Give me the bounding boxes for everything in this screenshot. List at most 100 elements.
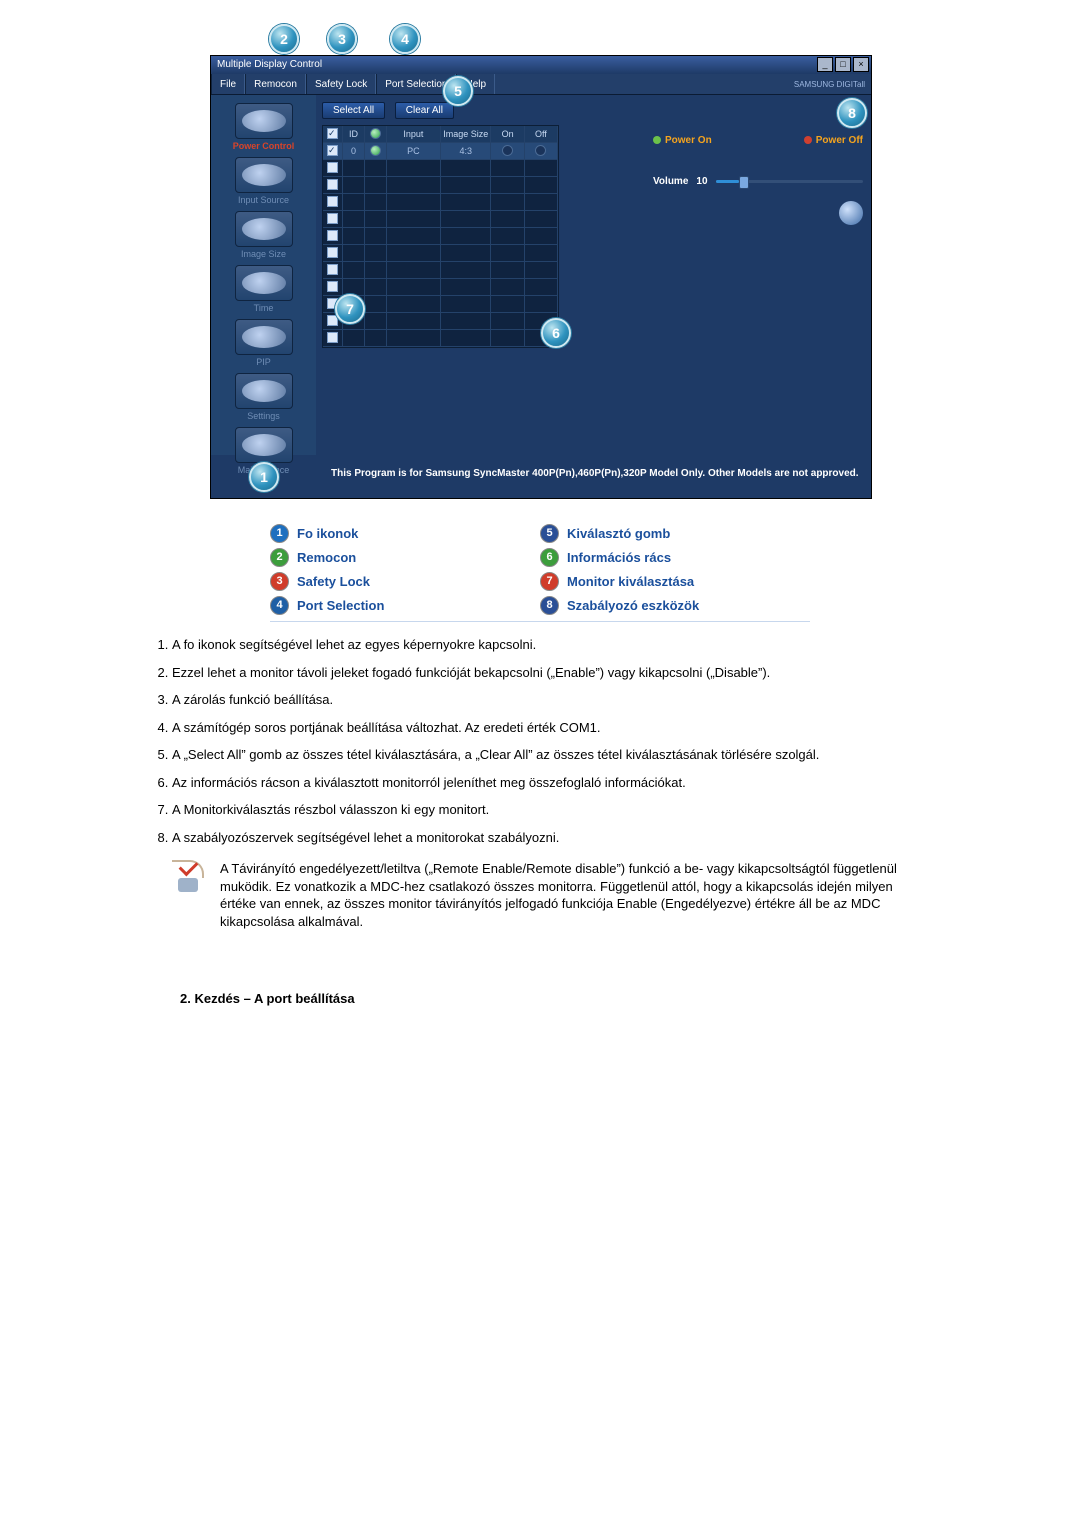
sidebar-item-pip[interactable]: PIP — [211, 357, 316, 367]
note-6: Az információs rácson a kiválasztott mon… — [172, 774, 930, 792]
sidebar: Power Control Input Source Image Size Ti… — [211, 95, 316, 455]
grid-header-off-timer: Off Timer — [525, 126, 558, 143]
grid-cell-status — [365, 143, 387, 160]
volume-value: 10 — [696, 176, 707, 187]
checkbox-icon[interactable] — [327, 179, 338, 190]
grid-cell-on-timer — [491, 143, 524, 160]
callout-6: 6 — [541, 318, 571, 348]
legend-bullet-5: 5 — [540, 524, 559, 543]
sidebar-item-image-size[interactable]: Image Size — [211, 249, 316, 259]
callout-8: 8 — [837, 98, 867, 128]
slider-knob-icon[interactable] — [739, 176, 749, 189]
checkbox-icon[interactable] — [327, 247, 338, 258]
grid-row-empty[interactable] — [323, 194, 558, 211]
window-restore-button[interactable]: □ — [835, 57, 851, 72]
app-window: Multiple Display Control _ □ × File Remo… — [210, 55, 872, 499]
legend-label-8: Szabályozó eszközök — [567, 598, 699, 613]
grid-header-status — [365, 126, 387, 143]
pip-icon[interactable] — [235, 319, 293, 355]
legend-bullet-3: 3 — [270, 572, 289, 591]
legend-bullet-7: 7 — [540, 572, 559, 591]
grid-cell-image-size: 4:3 — [441, 143, 491, 160]
legend-label-4: Port Selection — [297, 598, 384, 613]
grid-row[interactable]: 0 PC 4:3 — [323, 143, 558, 160]
sidebar-item-power-control[interactable]: Power Control — [211, 141, 316, 151]
checkbox-icon[interactable] — [327, 145, 338, 156]
legend-table: 1 Fo ikonok 2 Remocon 3 Safety Lock 4 Port S… — [270, 517, 810, 622]
callout-2: 2 — [269, 24, 299, 54]
grid-row-empty[interactable] — [323, 177, 558, 194]
legend-bullet-6: 6 — [540, 548, 559, 567]
grid-row-empty[interactable] — [323, 245, 558, 262]
checkbox-icon[interactable] — [327, 281, 338, 292]
menu-safety-lock[interactable]: Safety Lock — [306, 74, 376, 94]
callout-4: 4 — [390, 24, 420, 54]
legend-label-3: Safety Lock — [297, 574, 370, 589]
callout-3: 3 — [327, 24, 357, 54]
grid-row-empty[interactable] — [323, 160, 558, 177]
grid-row-empty[interactable] — [323, 330, 558, 347]
callout-5: 5 — [443, 76, 473, 106]
menu-file[interactable]: File — [211, 74, 245, 94]
numbered-notes: A fo ikonok segítségével lehet az egyes … — [150, 636, 930, 846]
legend-bullet-1: 1 — [270, 524, 289, 543]
legend-bullet-2: 2 — [270, 548, 289, 567]
grid-row-empty[interactable] — [323, 211, 558, 228]
volume-slider[interactable] — [716, 180, 863, 183]
note-3: A zárolás funkció beállítása. — [172, 691, 930, 709]
grid-cell-check[interactable] — [323, 143, 343, 160]
note-2: Ezzel lehet a monitor távoli jeleket fog… — [172, 664, 930, 682]
legend-label-7: Monitor kiválasztása — [567, 574, 694, 589]
power-control-icon[interactable] — [235, 103, 293, 139]
grid-row-empty[interactable] — [323, 228, 558, 245]
control-panel: Power On Power Off Volume 10 — [645, 95, 871, 455]
legend-label-1: Fo ikonok — [297, 526, 358, 541]
note-1: A fo ikonok segítségével lehet az egyes … — [172, 636, 930, 654]
grid-header-on-timer: On Timer — [491, 126, 524, 143]
window-minimize-button[interactable]: _ — [817, 57, 833, 72]
speaker-icon[interactable] — [839, 201, 863, 225]
window-title: Multiple Display Control — [217, 59, 322, 70]
grid-cell-input: PC — [387, 143, 441, 160]
time-icon[interactable] — [235, 265, 293, 301]
timer-off-icon — [535, 145, 546, 156]
legend-bullet-4: 4 — [270, 596, 289, 615]
power-off-icon — [804, 136, 812, 144]
callout-1: 1 — [249, 462, 279, 492]
input-source-icon[interactable] — [235, 157, 293, 193]
legend-label-2: Remocon — [297, 550, 356, 565]
window-close-button[interactable]: × — [853, 57, 869, 72]
power-on-icon — [653, 136, 661, 144]
grid-row-empty[interactable] — [323, 262, 558, 279]
power-off-button[interactable]: Power Off — [804, 135, 863, 146]
checkbox-icon[interactable] — [327, 162, 338, 173]
checkbox-icon[interactable] — [327, 264, 338, 275]
sidebar-item-settings[interactable]: Settings — [211, 411, 316, 421]
maintenance-icon[interactable] — [235, 427, 293, 463]
brand-label: SAMSUNG DIGITall — [794, 80, 871, 89]
sidebar-item-time[interactable]: Time — [211, 303, 316, 313]
menubar: File Remocon Safety Lock Port Selection … — [211, 74, 871, 95]
grid-cell-id: 0 — [343, 143, 365, 160]
note-4: A számítógép soros portjának beállítása … — [172, 719, 930, 737]
settings-icon[interactable] — [235, 373, 293, 409]
select-all-button[interactable]: Select All — [322, 102, 385, 119]
section-heading-2: 2. Kezdés – A port beállítása — [180, 991, 930, 1006]
checkbox-icon[interactable] — [327, 213, 338, 224]
grid-row-empty[interactable] — [323, 279, 558, 296]
note-8: A szabályozószervek segítségével lehet a… — [172, 829, 930, 847]
volume-label: Volume — [653, 176, 688, 187]
sidebar-item-input-source[interactable]: Input Source — [211, 195, 316, 205]
clear-all-button[interactable]: Clear All — [395, 102, 454, 119]
checkbox-icon[interactable] — [327, 196, 338, 207]
callout-7: 7 — [335, 294, 365, 324]
legend-bullet-8: 8 — [540, 596, 559, 615]
checkbox-icon[interactable] — [327, 332, 338, 343]
remark-text: A Távirányító engedélyezett/letiltva („R… — [220, 860, 930, 930]
power-on-button[interactable]: Power On — [653, 135, 712, 146]
status-icon — [370, 128, 381, 139]
image-size-icon[interactable] — [235, 211, 293, 247]
status-dot-icon — [370, 145, 381, 156]
menu-remocon[interactable]: Remocon — [245, 74, 306, 94]
checkbox-icon[interactable] — [327, 230, 338, 241]
